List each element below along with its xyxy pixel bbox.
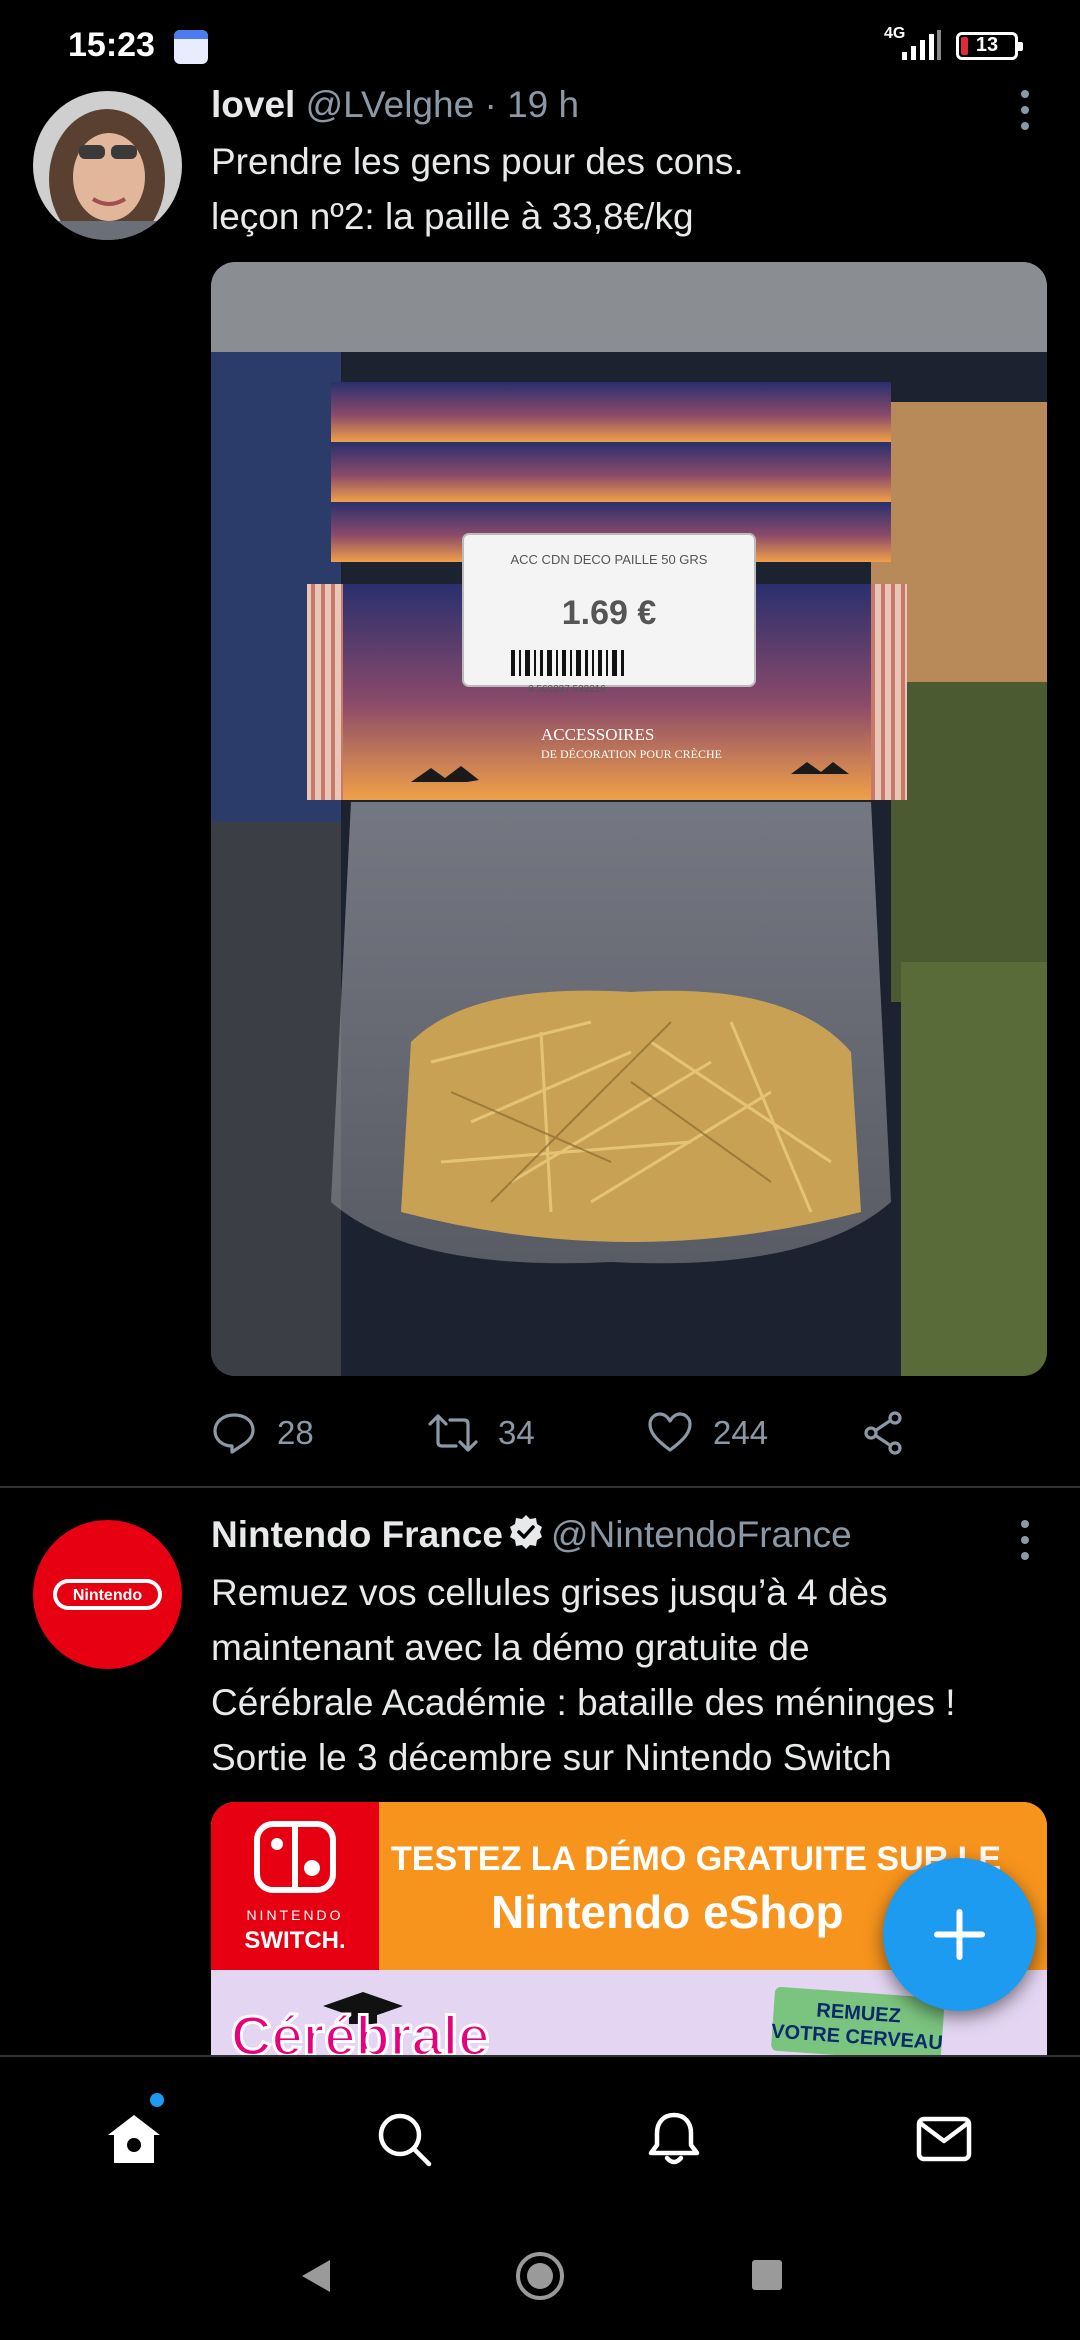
- mail-icon: [916, 2116, 972, 2162]
- tweet-time[interactable]: 19 h: [507, 84, 579, 125]
- nav-search[interactable]: [374, 2109, 434, 2169]
- tweet-text-line: Remuez vos cellules grises jusqu’à 4 dès: [211, 1572, 888, 1613]
- separator: ·: [484, 84, 497, 125]
- tweet-header: lovel @LVelghe · 19 h: [211, 84, 579, 126]
- barcode-number: 3 560237 533216: [528, 684, 606, 695]
- share-icon: [864, 1411, 902, 1455]
- home-circle-icon[interactable]: [514, 2250, 566, 2302]
- like-count: 244: [713, 1414, 769, 1451]
- user-handle[interactable]: @NintendoFrance: [551, 1514, 852, 1555]
- banner-eshop: Nintendo eShop: [491, 1886, 844, 1938]
- retweet-button[interactable]: 34: [428, 1405, 535, 1461]
- plus-icon: [934, 1909, 985, 1960]
- reply-icon: [213, 1413, 255, 1454]
- reply-count: 28: [277, 1414, 314, 1451]
- compose-tweet-button[interactable]: [883, 1858, 1036, 2011]
- notification-dot: [150, 2093, 164, 2107]
- profile-photo: [33, 91, 182, 240]
- tweet-text-line: Cérébrale Académie : bataille des méning…: [211, 1682, 956, 1723]
- tweet-image[interactable]: ACC CDN DECO PAILLE 50 GRS 1.69 € 3 5602…: [211, 262, 1047, 1376]
- user-name[interactable]: lovel: [211, 84, 295, 125]
- tweet-text-line: maintenant avec la démo gratuite de: [211, 1627, 810, 1668]
- nav-notifications[interactable]: [644, 2109, 704, 2169]
- heart-icon: [648, 1412, 692, 1452]
- tweet-text: Remuez vos cellules grises jusqu’à 4 dès…: [211, 1565, 1051, 1785]
- package-label: DE DÉCORATION POUR CRÈCHE: [541, 747, 722, 761]
- bell-icon: [648, 2112, 700, 2165]
- retweet-icon: [428, 1414, 478, 1452]
- straw-bag-photo: ACC CDN DECO PAILLE 50 GRS 1.69 € 3 5602…: [211, 262, 1047, 1376]
- price-tag-price: 1.69 €: [562, 594, 657, 632]
- switch-logo-text: NINTENDO: [246, 1907, 343, 1923]
- bottom-navigation: [0, 2055, 1080, 2210]
- tweet-text-line: leçon nº2: la paille à 33,8€/kg: [211, 196, 694, 237]
- nav-messages[interactable]: [914, 2109, 974, 2169]
- tweet-header: Nintendo France @NintendoFrance: [211, 1513, 852, 1556]
- switch-logo-text: SWITCH.: [244, 1927, 345, 1954]
- share-button[interactable]: [861, 1405, 907, 1461]
- avatar[interactable]: [33, 91, 182, 240]
- like-button[interactable]: 244: [647, 1405, 768, 1461]
- user-handle[interactable]: @LVelghe: [306, 84, 475, 125]
- tweet-text-line: Prendre les gens pour des cons.: [211, 141, 744, 182]
- user-name[interactable]: Nintendo France: [211, 1514, 503, 1555]
- tweet-actions: 28 34 244: [211, 1405, 1011, 1461]
- package-label: ACCESSOIRES: [541, 725, 654, 744]
- home-icon: [108, 2115, 160, 2163]
- verified-badge-icon: [509, 1515, 542, 1549]
- search-icon: [378, 2113, 432, 2167]
- nintendo-logo: Nintendo: [53, 1579, 162, 1610]
- retweet-count: 34: [498, 1414, 535, 1451]
- back-icon[interactable]: [298, 2256, 334, 2296]
- tweet[interactable]: lovel @LVelghe · 19 h Prendre les gens p…: [0, 0, 1080, 1486]
- price-tag-title: ACC CDN DECO PAILLE 50 GRS: [511, 552, 708, 567]
- more-options-icon[interactable]: [1012, 1518, 1038, 1562]
- system-navigation: [0, 2210, 1080, 2340]
- tweet-text: Prendre les gens pour des cons. leçon nº…: [211, 134, 1051, 244]
- tweet-text-line: Sortie le 3 décembre sur Nintendo Switch: [211, 1737, 892, 1778]
- avatar[interactable]: Nintendo: [33, 1520, 182, 1669]
- nav-home[interactable]: [104, 2109, 164, 2169]
- nintendo-logo-text: Nintendo: [73, 1587, 143, 1604]
- recents-icon[interactable]: [750, 2258, 784, 2292]
- reply-button[interactable]: 28: [211, 1405, 314, 1461]
- more-options-icon[interactable]: [1012, 88, 1038, 132]
- game-title-logo: Cérébrale: [231, 2004, 489, 2055]
